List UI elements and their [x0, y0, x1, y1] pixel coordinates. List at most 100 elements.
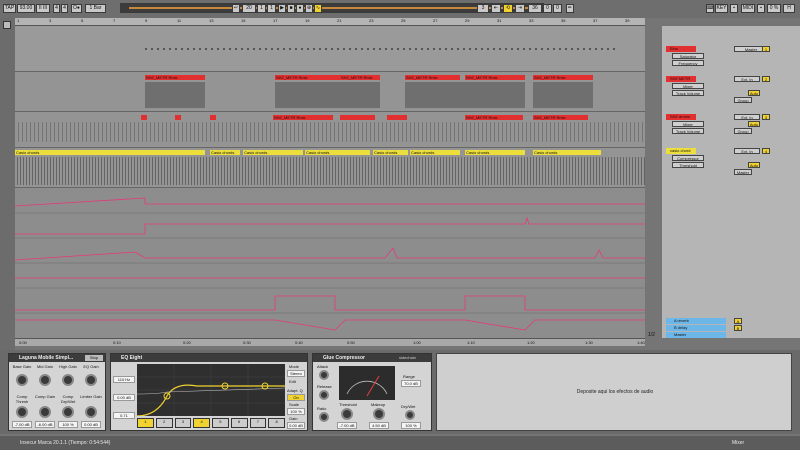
- loop-length-beat-field[interactable]: 0: [543, 4, 552, 13]
- drywet-value[interactable]: 100 %: [401, 422, 421, 429]
- track-lane-2[interactable]: SH2_METR Rmix SH2_METR Rmix SH2_METR Rmi…: [15, 72, 645, 112]
- audio-clip[interactable]: Casio chords: [243, 150, 303, 155]
- return-track-name[interactable]: A reverb: [666, 318, 726, 324]
- track-lane-1[interactable]: [15, 26, 645, 72]
- audio-clip[interactable]: [175, 115, 181, 120]
- mode-selector[interactable]: Stereo: [287, 370, 305, 377]
- play-button[interactable]: ▶: [278, 4, 286, 13]
- audio-clip[interactable]: SH2_METR Rmix: [533, 75, 593, 80]
- audio-clip[interactable]: Casio chords: [15, 150, 205, 155]
- tempo-field[interactable]: 93.00: [17, 4, 35, 13]
- midi-map-button[interactable]: MIDI: [741, 4, 755, 13]
- knob-value[interactable]: 100 %: [58, 421, 78, 428]
- band-toggle[interactable]: 3: [174, 418, 192, 428]
- ratio-knob[interactable]: [319, 412, 329, 422]
- audio-clip[interactable]: SH2_METR Rmix: [273, 115, 333, 120]
- device-chooser[interactable]: Mixer: [672, 121, 704, 127]
- knob-value[interactable]: 0.00 dB: [81, 421, 101, 428]
- threshold-knob[interactable]: [341, 408, 353, 420]
- record-button[interactable]: ●: [296, 4, 304, 13]
- automation-arm-button[interactable]: ∿: [314, 4, 322, 13]
- band-gain-field[interactable]: 0.00 dB: [113, 394, 135, 401]
- audio-clip[interactable]: SH2_METR Rmix: [465, 75, 525, 80]
- punch-in-button[interactable]: ⇤: [491, 4, 501, 13]
- overdub-button[interactable]: ⊕: [305, 4, 313, 13]
- comp-thresh-knob[interactable]: [16, 406, 28, 418]
- makeup-value[interactable]: 4.50 dB: [369, 422, 389, 429]
- auto-monitor-button[interactable]: Auto: [748, 90, 760, 96]
- group-button[interactable]: Group: [734, 97, 752, 103]
- tap-tempo-button[interactable]: TAP: [3, 4, 16, 13]
- signature-numerator[interactable]: 4: [53, 4, 60, 13]
- parameter-chooser[interactable]: Threshold: [672, 162, 704, 168]
- attack-knob[interactable]: [319, 370, 329, 380]
- drywet-knob[interactable]: [405, 410, 415, 420]
- tempo-nudge[interactable]: II III: [36, 4, 50, 13]
- audio-clip[interactable]: [340, 115, 375, 120]
- comp-gain-knob[interactable]: [39, 406, 51, 418]
- track-name[interactable]: SH2 drums: [666, 114, 696, 120]
- band-toggle[interactable]: 1: [137, 418, 154, 428]
- band-toggle[interactable]: 7: [249, 418, 267, 428]
- punch-out-button[interactable]: ⇥: [515, 4, 525, 13]
- scale-field[interactable]: 100 %: [287, 408, 305, 415]
- range-value[interactable]: 70.0 dB: [401, 380, 421, 387]
- position-beat-field[interactable]: 1: [257, 4, 266, 13]
- output-gain-field[interactable]: 0.00 dB: [287, 422, 305, 429]
- audio-clip[interactable]: Casio chords: [305, 150, 370, 155]
- group-button[interactable]: Group: [734, 128, 752, 134]
- loop-button[interactable]: ⟲: [503, 4, 513, 13]
- device-chooser[interactable]: Mixer: [672, 83, 704, 89]
- band-toggle[interactable]: 6: [230, 418, 248, 428]
- parameter-chooser[interactable]: Frequency: [672, 60, 704, 66]
- audio-clip[interactable]: Casio chords: [465, 150, 525, 155]
- input-routing[interactable]: Ext. In: [734, 148, 760, 154]
- makeup-knob[interactable]: [373, 408, 385, 420]
- audio-clip[interactable]: SH2_METR Rmix: [340, 75, 380, 80]
- track-name[interactable]: SH2 METR: [666, 76, 696, 82]
- audio-clip[interactable]: SH2_METR Rmix: [275, 75, 340, 80]
- audio-clip[interactable]: Casio chords: [210, 150, 240, 155]
- comp-drywet-knob[interactable]: [62, 406, 74, 418]
- eq-eight-device[interactable]: EQ Eight 110 Hz 0.00 dB 0.71 Mode Stereo…: [110, 353, 308, 431]
- auto-monitor-button[interactable]: Auto: [748, 162, 760, 168]
- track-lane-4[interactable]: Casio chords Casio chords Casio chords C…: [15, 148, 645, 188]
- device-title[interactable]: EQ Eight: [111, 354, 307, 362]
- stop-button[interactable]: Stop: [85, 355, 103, 361]
- metronome-button[interactable]: O●: [71, 4, 82, 13]
- track-number[interactable]: 2: [762, 76, 770, 82]
- audio-clip[interactable]: [387, 115, 407, 120]
- threshold-value[interactable]: -7.00 dB: [337, 422, 357, 429]
- arrangement-view[interactable]: SH2_METR Rmix SH2_METR Rmix SH2_METR Rmi…: [15, 26, 645, 338]
- track-name[interactable]: Eins: [666, 46, 696, 52]
- rack-device-laguna[interactable]: Laguna Mobile Simpl... Stop Base Gain Mi…: [8, 353, 106, 431]
- loop-start-field[interactable]: 3: [477, 4, 489, 13]
- position-bar-field[interactable]: 20: [242, 4, 256, 13]
- audio-clip[interactable]: SH2_METR Rmix: [465, 115, 523, 120]
- track-number[interactable]: 4: [762, 148, 770, 154]
- device-chooser[interactable]: Saturator: [672, 53, 704, 59]
- audio-clip[interactable]: SH2_METR Rmix: [533, 115, 588, 120]
- parameter-chooser[interactable]: Track Volume: [672, 128, 704, 134]
- adapt-q-toggle[interactable]: On: [287, 394, 305, 401]
- parameter-chooser[interactable]: Track Volume: [672, 90, 704, 96]
- time-ruler[interactable]: 0:00 0:10 0:20 0:30 0:40 0:50 1:00 1:10 …: [15, 338, 645, 346]
- master-track-name[interactable]: Master: [666, 332, 726, 338]
- draw-mode-button[interactable]: ✏: [566, 4, 574, 13]
- master-routing[interactable]: Master: [734, 169, 752, 175]
- limiter-gain-knob[interactable]: [85, 406, 97, 418]
- audio-clip[interactable]: Casio chords: [410, 150, 460, 155]
- return-number[interactable]: A: [734, 318, 742, 324]
- track-lane-3[interactable]: SH2_METR Rmix SH2_METR Rmix SH2_METR Rmi…: [15, 112, 645, 148]
- knob-value[interactable]: -6.00 dB: [35, 421, 55, 428]
- input-routing[interactable]: Ext. In: [734, 76, 760, 82]
- beat-ruler[interactable]: 1 3 5 7 9 11 13 15 17 19 21 23 25 27 29 …: [15, 18, 645, 26]
- position-sixteenth-field[interactable]: 1: [267, 4, 276, 13]
- track-number[interactable]: 3: [762, 114, 770, 120]
- computer-keyboard-button[interactable]: ⌨: [706, 4, 714, 13]
- stop-button[interactable]: ■: [287, 4, 295, 13]
- base-gain-knob[interactable]: [16, 374, 28, 386]
- band-toggle[interactable]: 5: [212, 418, 229, 428]
- band-q-field[interactable]: 0.71: [113, 412, 135, 419]
- automation-lanes[interactable]: [15, 188, 645, 338]
